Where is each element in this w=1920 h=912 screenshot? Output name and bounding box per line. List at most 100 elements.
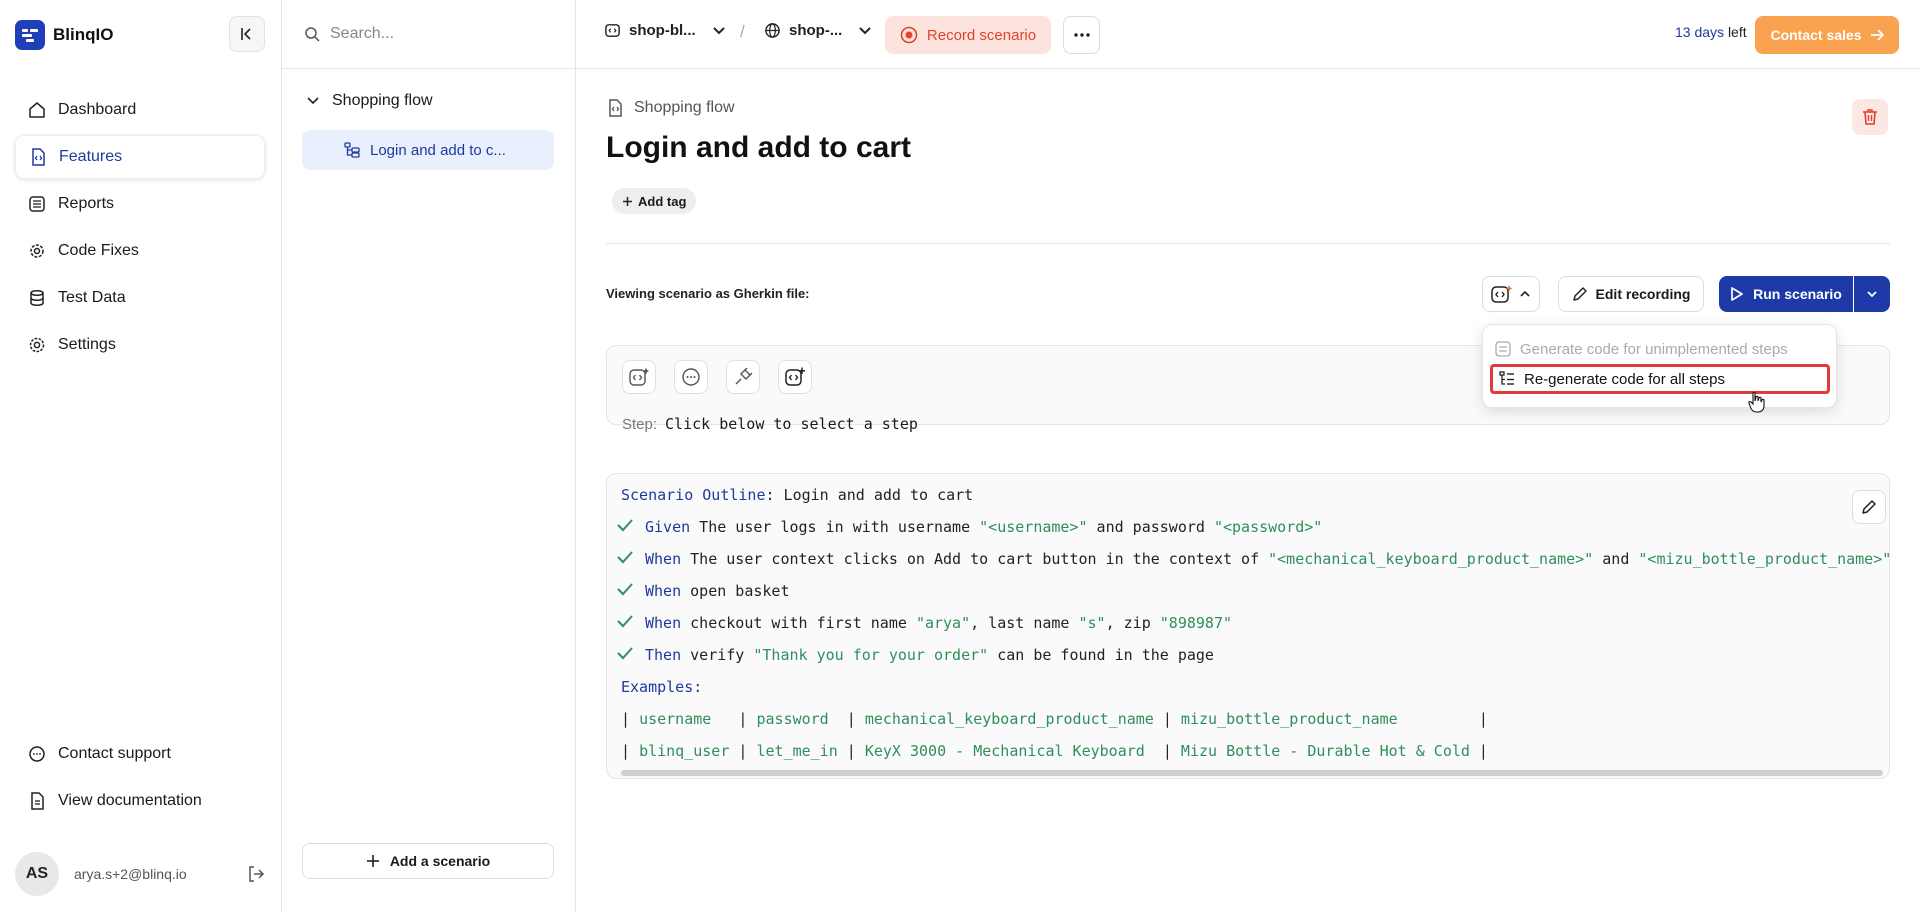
trash-icon — [1863, 109, 1877, 125]
chat-bubble-icon — [29, 746, 45, 762]
generate-code-menu-button[interactable] — [1482, 276, 1540, 312]
add-scenario-label: Add a scenario — [389, 853, 491, 869]
sidebar-item-dashboard[interactable]: Dashboard — [15, 88, 265, 132]
contact-sales-label: Contact sales — [1770, 27, 1862, 43]
hand-cursor-icon — [1748, 391, 1766, 413]
sidebar-nav: Dashboard Features Reports Code Fixes Te… — [15, 88, 265, 370]
contact-support-link[interactable]: Contact support — [15, 732, 265, 776]
edit-recording-button[interactable]: Edit recording — [1558, 276, 1704, 312]
gherkin-text: can be found in the page — [988, 646, 1214, 664]
chevron-down-icon — [712, 26, 725, 34]
chat-bubble-icon — [682, 368, 700, 386]
ai-code-icon — [629, 367, 649, 386]
environment-selector[interactable]: shop-... — [764, 22, 872, 39]
sidebar-item-features[interactable]: Features — [15, 135, 265, 179]
more-options-button[interactable] — [1063, 16, 1100, 54]
tree-folder-shopping-flow[interactable]: Shopping flow — [306, 92, 433, 110]
gherkin-keyword: Given — [645, 518, 691, 536]
horizontal-scrollbar[interactable] — [621, 770, 1883, 776]
gherkin-step-line[interactable]: Then verify "Thank you for your order" c… — [617, 646, 1214, 664]
gherkin-examples-keyword: Examples: — [621, 678, 703, 696]
record-scenario-button[interactable]: Record scenario — [885, 16, 1051, 54]
project-selector[interactable]: shop-bl... — [604, 22, 726, 39]
project-name: shop-bl... — [629, 22, 696, 39]
check-icon — [617, 550, 635, 564]
sidebar-item-reports[interactable]: Reports — [15, 182, 265, 226]
add-scenario-button[interactable]: Add a scenario — [302, 843, 554, 879]
gherkin-string: "Thank you for your order" — [753, 646, 989, 664]
gherkin-step-line[interactable]: When checkout with first name "arya", la… — [617, 614, 1232, 632]
gherkin-step-line[interactable]: When The user context clicks on Add to c… — [617, 550, 1889, 568]
check-icon — [617, 614, 635, 628]
code-plus-icon — [785, 367, 805, 386]
edit-gherkin-button[interactable] — [1852, 490, 1886, 524]
gherkin-step-line[interactable]: When open basket — [617, 582, 790, 600]
chevron-down-icon — [307, 97, 319, 105]
more-horizontal-icon — [1073, 33, 1090, 37]
generate-step-code-button[interactable] — [622, 360, 656, 394]
view-documentation-link[interactable]: View documentation — [15, 779, 265, 823]
sidebar-item-label: Dashboard — [58, 101, 137, 118]
plus-icon — [366, 855, 379, 867]
gherkin-editor[interactable]: Scenario Outline: Login and add to cart … — [606, 473, 1890, 779]
step-line: Step: Click below to select a step — [622, 415, 918, 433]
gherkin-keyword: Scenario Outline — [621, 486, 766, 504]
add-step-code-button[interactable] — [778, 360, 812, 394]
add-tag-button[interactable]: Add tag — [612, 188, 697, 214]
link-step-button[interactable] — [726, 360, 760, 394]
gherkin-string: "<password>" — [1213, 518, 1323, 536]
gherkin-outline-line: Scenario Outline: Login and add to cart — [621, 486, 973, 504]
gherkin-string: "<mechanical_keyboard_product_name>" — [1268, 550, 1594, 568]
sidebar-item-label: Features — [59, 148, 123, 165]
check-icon — [617, 646, 635, 660]
table-cell: KeyX 3000 - Mechanical Keyboard — [864, 742, 1154, 760]
gherkin-keyword: When — [645, 614, 682, 632]
globe-icon — [765, 23, 780, 38]
search-input[interactable]: Search... — [330, 25, 394, 43]
avatar[interactable]: AS — [15, 852, 59, 896]
top-bar: shop-bl... / shop-... Record scenario 13… — [576, 0, 1920, 69]
feature-name: Shopping flow — [634, 99, 735, 116]
steps-list-icon — [1499, 371, 1514, 385]
table-cell: Mizu Bottle - Durable Hot & Cold — [1180, 742, 1470, 760]
collapse-sidebar-button[interactable] — [229, 16, 265, 52]
generate-unimplemented-option[interactable]: Generate code for unimplemented steps — [1495, 334, 1788, 364]
contact-sales-button[interactable]: Contact sales — [1755, 16, 1899, 54]
gherkin-keyword: When — [645, 582, 682, 600]
environment-name: shop-... — [789, 22, 843, 39]
examples-data-row: | blinq_user | let_me_in | KeyX 3000 - M… — [621, 742, 1488, 760]
table-cell: mizu_bottle_product_name — [1180, 710, 1470, 728]
search-bar[interactable]: Search... — [282, 0, 575, 69]
table-cell: let_me_in — [756, 742, 838, 760]
feature-breadcrumb[interactable]: Shopping flow — [606, 99, 735, 117]
record-scenario-label: Record scenario — [926, 26, 1037, 44]
comment-step-button[interactable] — [674, 360, 708, 394]
run-options-button[interactable] — [1854, 276, 1890, 312]
gherkin-text: and password — [1087, 518, 1214, 536]
brand[interactable]: BlinqIO — [15, 20, 113, 50]
run-scenario-button[interactable]: Run scenario — [1719, 276, 1853, 312]
logout-button[interactable] — [247, 865, 265, 883]
user-profile: AS arya.s+2@blinq.io — [15, 852, 265, 896]
sidebar-item-test-data[interactable]: Test Data — [15, 276, 265, 320]
project-icon — [605, 24, 620, 37]
sidebar-item-label: Settings — [58, 336, 116, 353]
page-title: Login and add to cart — [606, 131, 911, 164]
gear-icon — [29, 337, 45, 353]
document-icon — [31, 792, 44, 810]
tree-item-label: Login and add to c... — [370, 141, 506, 159]
regenerate-all-option[interactable]: Re-generate code for all steps — [1490, 364, 1830, 394]
tree-item-login-add-to-cart[interactable]: Login and add to c... — [302, 130, 554, 170]
list-icon — [29, 196, 45, 212]
sidebar-bottom: Contact support View documentation — [15, 732, 265, 826]
arrow-right-icon — [1870, 29, 1884, 41]
sidebar: BlinqIO Dashboard Features Reports Code … — [0, 0, 282, 912]
sidebar-item-label: Reports — [58, 195, 115, 212]
sidebar-item-settings[interactable]: Settings — [15, 323, 265, 367]
gherkin-step-line[interactable]: Given The user logs in with username "<u… — [617, 518, 1322, 536]
step-label: Step: — [622, 416, 658, 433]
scenario-steps-icon — [344, 142, 360, 158]
sidebar-item-code-fixes[interactable]: Code Fixes — [15, 229, 265, 273]
view-documentation-label: View documentation — [58, 792, 202, 809]
delete-scenario-button[interactable] — [1852, 99, 1888, 135]
